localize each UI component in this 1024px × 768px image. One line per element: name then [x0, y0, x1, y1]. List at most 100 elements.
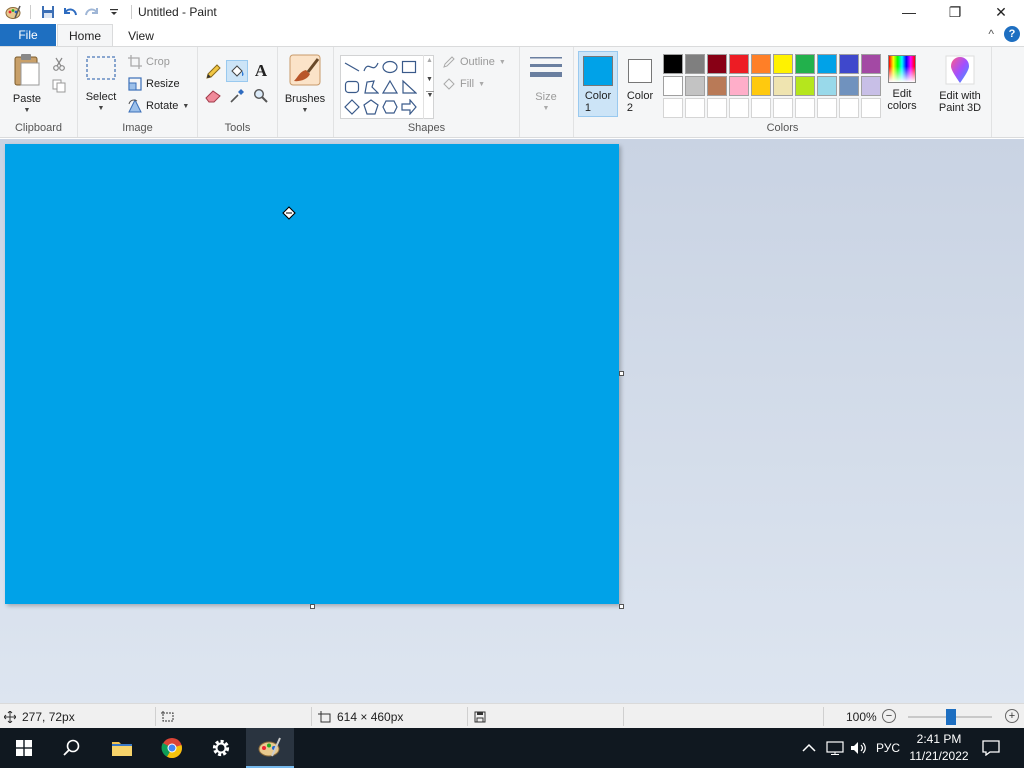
customize-qat-icon[interactable] — [103, 1, 125, 23]
taskbar-clock[interactable]: 2:41 PM 11/21/2022 — [904, 731, 974, 765]
copy-icon[interactable] — [48, 75, 70, 97]
palette-swatch[interactable] — [839, 76, 859, 96]
resize-handle-corner[interactable] — [619, 604, 624, 609]
brushes-button[interactable]: Brushes ▼ — [282, 53, 328, 117]
oval-shape-icon[interactable] — [381, 58, 399, 76]
line-shape-icon[interactable] — [343, 58, 361, 76]
palette-swatch[interactable] — [751, 76, 771, 96]
start-button[interactable] — [0, 728, 48, 768]
rounded-rectangle-shape-icon[interactable] — [343, 78, 361, 96]
resize-handle-right[interactable] — [619, 371, 624, 376]
taskbar-paint[interactable] — [246, 728, 294, 768]
size-button[interactable]: Size ▼ — [528, 55, 564, 115]
resize-handle-bottom[interactable] — [310, 604, 315, 609]
taskbar-chrome[interactable] — [148, 728, 196, 768]
volume-icon[interactable] — [850, 728, 868, 768]
palette-swatch[interactable] — [707, 54, 727, 74]
color-picker-icon[interactable] — [226, 85, 248, 107]
select-button[interactable]: Select ▼ — [84, 55, 118, 115]
custom-color-slot[interactable] — [729, 98, 749, 118]
taskbar-file-explorer[interactable] — [98, 728, 146, 768]
search-button[interactable] — [48, 728, 96, 768]
paste-button[interactable]: Paste ▼ — [6, 53, 48, 117]
triangle-shape-icon[interactable] — [381, 78, 399, 96]
custom-color-slot[interactable] — [795, 98, 815, 118]
palette-swatch[interactable] — [795, 76, 815, 96]
custom-color-slot[interactable] — [839, 98, 859, 118]
tab-file[interactable]: File — [0, 24, 56, 46]
palette-swatch[interactable] — [861, 54, 881, 74]
shapes-scrollbar[interactable]: ▲ ▼ ▼ — [423, 55, 435, 119]
rectangle-shape-icon[interactable] — [400, 58, 418, 76]
cut-icon[interactable] — [48, 53, 70, 75]
palette-swatch[interactable] — [861, 76, 881, 96]
custom-color-slot[interactable] — [707, 98, 727, 118]
palette-swatch[interactable] — [663, 54, 683, 74]
eraser-icon[interactable] — [202, 85, 224, 107]
zoom-out-button[interactable]: − — [882, 709, 896, 723]
resize-button[interactable]: Resize — [128, 74, 180, 94]
custom-color-slot[interactable] — [773, 98, 793, 118]
palette-swatch[interactable] — [707, 76, 727, 96]
save-icon[interactable] — [37, 1, 59, 23]
zoom-in-button[interactable]: + — [1005, 709, 1019, 723]
collapse-ribbon-button[interactable]: ^ — [988, 27, 994, 41]
text-tool-icon[interactable]: A — [250, 60, 272, 82]
rotate-button[interactable]: Rotate ▼ — [128, 96, 189, 116]
network-icon[interactable] — [826, 728, 844, 768]
palette-swatch[interactable] — [773, 76, 793, 96]
zoom-slider-thumb[interactable] — [946, 709, 956, 725]
curve-shape-icon[interactable] — [362, 58, 380, 76]
undo-icon[interactable] — [59, 1, 81, 23]
scroll-up-icon[interactable]: ▲ — [424, 57, 435, 64]
palette-swatch[interactable] — [795, 54, 815, 74]
fill-with-color-icon[interactable] — [226, 60, 248, 82]
diamond-shape-icon[interactable] — [343, 98, 361, 116]
palette-swatch[interactable] — [751, 54, 771, 74]
tab-view[interactable]: View — [116, 24, 166, 47]
polygon-shape-icon[interactable] — [362, 78, 380, 96]
custom-color-slot[interactable] — [817, 98, 837, 118]
color-2-selector[interactable]: Color 2 — [620, 51, 660, 117]
pencil-icon[interactable] — [202, 61, 224, 83]
palette-swatch[interactable] — [685, 54, 705, 74]
right-triangle-shape-icon[interactable] — [400, 78, 418, 96]
palette-swatch[interactable] — [817, 54, 837, 74]
input-language[interactable]: РУС — [876, 728, 900, 768]
outline-button[interactable]: Outline ▼ — [442, 52, 506, 72]
color-1-selector[interactable]: Color 1 — [578, 51, 618, 117]
custom-color-slot[interactable] — [663, 98, 683, 118]
custom-color-slot[interactable] — [685, 98, 705, 118]
palette-swatch[interactable] — [729, 54, 749, 74]
magnifier-icon[interactable] — [250, 85, 272, 107]
show-hidden-icons[interactable] — [802, 728, 816, 768]
scroll-down-icon[interactable]: ▼ — [424, 76, 435, 83]
paint-app-icon[interactable] — [2, 1, 24, 23]
palette-swatch[interactable] — [839, 54, 859, 74]
help-icon[interactable]: ? — [1004, 26, 1020, 42]
tab-home[interactable]: Home — [57, 24, 113, 47]
palette-swatch[interactable] — [817, 76, 837, 96]
pentagon-shape-icon[interactable] — [362, 98, 380, 116]
custom-color-slot[interactable] — [861, 98, 881, 118]
taskbar-settings[interactable] — [197, 728, 245, 768]
canvas-workspace[interactable] — [0, 139, 1024, 703]
edit-with-paint3d-button[interactable]: Edit with Paint 3D — [932, 55, 988, 114]
right-arrow-shape-icon[interactable] — [400, 98, 418, 116]
palette-swatch[interactable] — [685, 76, 705, 96]
hexagon-shape-icon[interactable] — [381, 98, 399, 116]
redo-icon[interactable] — [81, 1, 103, 23]
custom-color-slot[interactable] — [751, 98, 771, 118]
fill-button[interactable]: Fill ▼ — [442, 74, 485, 94]
edit-colors-button[interactable]: Edit colors — [884, 55, 920, 112]
palette-swatch[interactable] — [773, 54, 793, 74]
shapes-more-icon[interactable]: ▼ — [426, 91, 434, 99]
minimize-button[interactable]: — — [886, 0, 932, 24]
crop-button[interactable]: Crop — [128, 52, 170, 72]
palette-swatch[interactable] — [663, 76, 683, 96]
close-button[interactable]: ✕ — [978, 0, 1024, 24]
drawing-canvas[interactable] — [5, 144, 619, 604]
maximize-button[interactable]: ❐ — [932, 0, 978, 24]
palette-swatch[interactable] — [729, 76, 749, 96]
notifications-icon[interactable] — [982, 728, 1000, 768]
